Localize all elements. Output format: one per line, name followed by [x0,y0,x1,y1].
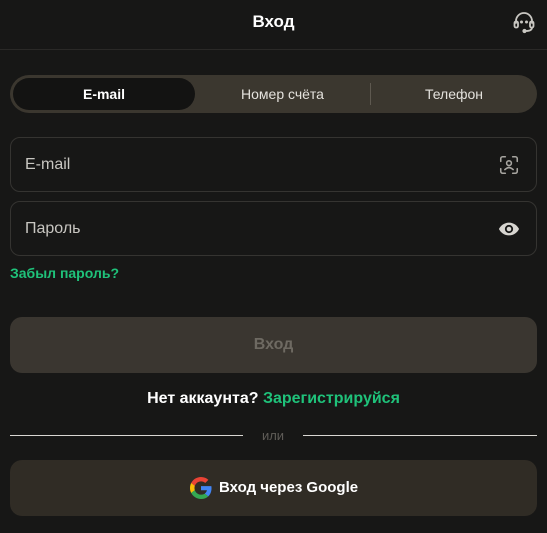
page-title: Вход [252,12,295,31]
password-field [10,201,537,256]
divider-left [10,435,243,436]
register-prompt: Нет аккаунта? Зарегистрируйся [0,390,547,408]
email-field [10,137,537,192]
email-input[interactable] [25,138,465,191]
forgot-password-link[interactable]: Забыл пароль? [10,265,119,281]
google-icon [190,477,212,499]
tab-email[interactable]: E-mail [13,78,195,110]
google-login-label: Вход через Google [219,479,359,496]
login-button[interactable]: Вход [10,317,537,373]
password-input[interactable] [25,202,465,255]
header: Вход [0,0,547,50]
eye-icon[interactable] [498,218,520,240]
divider-or: или [261,428,285,443]
face-scan-icon[interactable] [498,154,520,176]
no-account-text: Нет аккаунта? [147,390,259,407]
divider-right [303,435,537,436]
tab-phone[interactable]: Телефон [370,83,537,105]
headset-icon[interactable] [512,10,536,34]
login-method-tabs: E-mail Номер счёта Телефон [10,75,537,113]
google-login-button[interactable]: Вход через Google [10,460,537,516]
tab-account-number[interactable]: Номер счёта [195,75,370,113]
register-link[interactable]: Зарегистрируйся [263,390,400,407]
